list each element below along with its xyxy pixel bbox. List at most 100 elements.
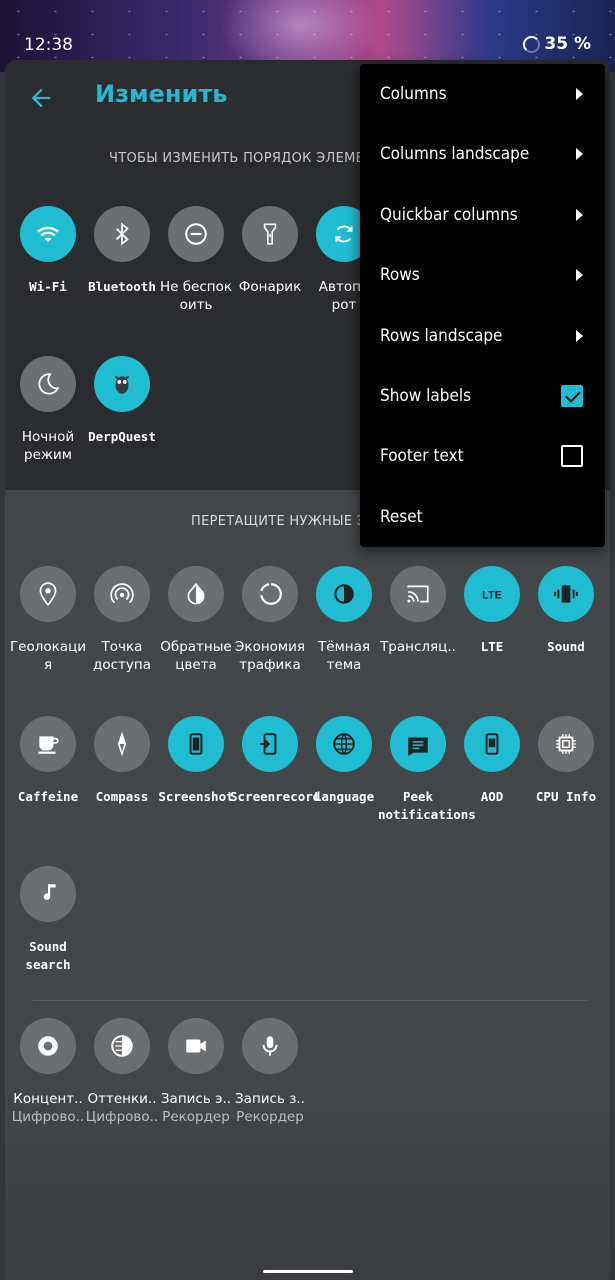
menu-item-rows-landscape[interactable]: Rows landscape — [360, 306, 605, 366]
submenu-arrow-icon — [576, 148, 583, 161]
tile-label: Sound search — [25, 939, 71, 972]
tile-button[interactable] — [20, 206, 76, 262]
tile-grayscale[interactable]: Оттенки.. Цифрово.. — [85, 1018, 159, 1126]
tile-focus[interactable]: Концент.. Цифрово.. — [11, 1018, 85, 1126]
tile-button[interactable] — [168, 206, 224, 262]
tile-label: Compass — [95, 789, 149, 804]
cpu-icon — [556, 734, 576, 754]
menu-item-rows[interactable]: Rows — [360, 245, 605, 305]
tile-invert-colors[interactable]: Обратные цвета — [159, 566, 233, 674]
tile-label: Запись э.. — [160, 1091, 232, 1107]
tile-button[interactable] — [242, 566, 298, 622]
tile-button[interactable] — [316, 566, 372, 622]
tile-globe[interactable]: Language — [307, 716, 381, 806]
back-button[interactable] — [23, 80, 59, 116]
tile-button[interactable] — [20, 866, 76, 922]
tile-button[interactable] — [20, 716, 76, 772]
tile-vibrate[interactable]: Sound — [529, 566, 603, 656]
tile-button[interactable] — [94, 566, 150, 622]
drag-hint: ПЕРЕТАЩИТЕ НУЖНЫЕ ЭЛ — [191, 514, 377, 529]
tile-lte[interactable]: LTE LTE — [455, 566, 529, 656]
tile-button[interactable] — [538, 566, 594, 622]
menu-item-quickbar-columns[interactable]: Quickbar columns — [360, 185, 605, 245]
cast-icon — [407, 585, 429, 603]
tile-night-mode[interactable]: Ночной режим — [11, 356, 85, 464]
tile-compass[interactable]: Compass — [85, 716, 159, 806]
reorder-hint: ЧТОБЫ ИЗМЕНИТЬ ПОРЯДОК ЭЛЕМЕН — [109, 151, 375, 166]
tile-flashlight[interactable]: Фонарик — [233, 206, 307, 296]
checkbox[interactable] — [561, 445, 583, 468]
tile-peek[interactable]: Peek notifications — [378, 716, 476, 824]
aod-icon — [485, 733, 499, 755]
tile-label: Language — [313, 789, 375, 804]
page-title: Изменить — [95, 80, 228, 108]
tile-screenrecord[interactable]: Screenrecord — [230, 716, 321, 806]
tile-button[interactable] — [242, 1018, 298, 1074]
tile-do-not-disturb[interactable]: Не беспок оить — [159, 206, 233, 314]
tile-location[interactable]: Геолокаци я — [10, 566, 86, 674]
tile-button[interactable] — [316, 716, 372, 772]
tile-owl[interactable]: DerpQuest — [85, 356, 159, 446]
menu-item-columns[interactable]: Columns — [360, 64, 605, 124]
menu-item-label: Footer text — [380, 446, 464, 467]
tile-button[interactable] — [538, 716, 594, 772]
tile-microphone[interactable]: Запись з.. Рекордер — [233, 1018, 307, 1126]
tile-button[interactable] — [390, 716, 446, 772]
night-mode-icon — [38, 373, 60, 395]
tile-coffee[interactable]: Caffeine — [11, 716, 85, 806]
menu-item-label: Show labels — [380, 386, 472, 406]
tile-label: Ночной режим — [21, 429, 75, 463]
tile-video-camera[interactable]: Запись э.. Рекордер — [159, 1018, 233, 1126]
lte-icon: LTE — [482, 589, 502, 601]
tile-aod[interactable]: AOD — [455, 716, 529, 806]
tile-label: Screenrecord — [230, 789, 321, 804]
tile-label: Фонарик — [238, 279, 302, 295]
tile-button[interactable] — [242, 716, 298, 772]
invert-colors-icon — [187, 582, 205, 605]
tile-label: Screenshot — [158, 789, 234, 804]
tile-button[interactable] — [242, 206, 298, 262]
tile-label: LTE — [480, 639, 504, 654]
tile-button[interactable] — [94, 716, 150, 772]
tile-bluetooth[interactable]: Bluetooth — [85, 206, 159, 296]
menu-item-show-labels[interactable]: Show labels — [360, 366, 605, 426]
tile-button[interactable] — [94, 1018, 150, 1074]
tile-wifi[interactable]: Wi-Fi — [11, 206, 85, 296]
tile-screenshot[interactable]: Screenshot — [158, 716, 234, 806]
flashlight-icon — [263, 223, 277, 245]
tile-data-saver[interactable]: Экономия трафика — [233, 566, 307, 674]
wifi-icon — [37, 226, 59, 243]
tile-sublabel: Рекордер — [162, 1109, 230, 1125]
menu-item-reset[interactable]: Reset — [360, 487, 605, 547]
tile-button[interactable] — [464, 716, 520, 772]
tile-button[interactable] — [168, 566, 224, 622]
tile-label: CPU Info — [535, 789, 597, 804]
tile-music-note[interactable]: Sound search — [11, 866, 85, 974]
gesture-nav-bar[interactable] — [263, 1270, 353, 1273]
tile-button[interactable] — [20, 566, 76, 622]
tile-button[interactable] — [20, 356, 76, 412]
submenu-arrow-icon — [576, 88, 583, 100]
tile-button[interactable] — [94, 356, 150, 412]
tile-cast[interactable]: Трансляц.. — [380, 566, 456, 656]
tile-button[interactable]: LTE — [464, 566, 520, 622]
tile-label: Точка доступа — [93, 639, 151, 673]
menu-item-columns-landscape[interactable]: Columns landscape — [360, 124, 605, 184]
coffee-icon — [38, 736, 59, 754]
tile-button[interactable] — [20, 1018, 76, 1074]
tile-hotspot[interactable]: Точка доступа — [85, 566, 159, 674]
tile-button[interactable] — [168, 716, 224, 772]
tile-sublabel: Цифрово.. — [85, 1109, 159, 1125]
tile-cpu[interactable]: CPU Info — [529, 716, 603, 806]
tile-label: Обратные цвета — [160, 639, 232, 673]
tile-button[interactable] — [94, 206, 150, 262]
do-not-disturb-icon — [185, 223, 207, 245]
tile-sublabel: Рекордер — [236, 1109, 304, 1125]
tile-label: Wi-Fi — [29, 279, 67, 294]
menu-item-footer-text[interactable]: Footer text — [360, 426, 605, 486]
tile-button[interactable] — [390, 566, 446, 622]
checkbox[interactable] — [561, 385, 583, 407]
submenu-arrow-icon — [576, 208, 583, 221]
tile-button[interactable] — [168, 1018, 224, 1074]
tile-dark-theme[interactable]: Тёмная тема — [307, 566, 381, 674]
